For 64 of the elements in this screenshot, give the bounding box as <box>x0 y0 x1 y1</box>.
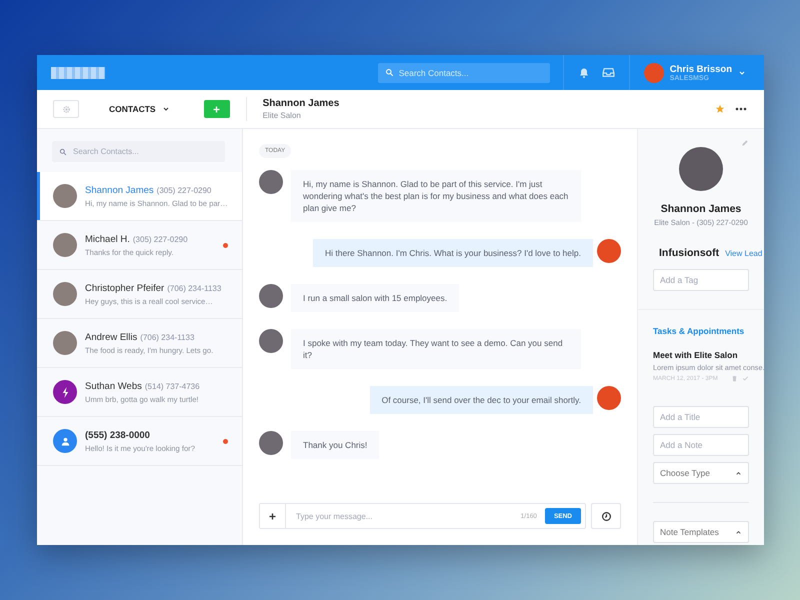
photo-placeholder <box>53 331 77 355</box>
message-bubble: Hi there Shannon. I'm Chris. What is your business? I'd love to help. <box>312 239 593 267</box>
photo-placeholder <box>259 284 283 308</box>
user-name: Chris Brisson <box>670 64 732 74</box>
section-title: Tasks & Appointments <box>653 326 746 336</box>
contact-phone: (305) 227-0290 <box>156 186 212 194</box>
schedule-button[interactable] <box>591 503 621 529</box>
templates-dropdown[interactable]: Note Templates <box>653 521 749 543</box>
task-title: Meet with Elite Salon <box>653 350 739 360</box>
search-field[interactable]: Search Contacts... <box>52 141 225 162</box>
check-icon <box>742 375 749 382</box>
bell-icon <box>578 66 590 78</box>
contacts-dropdown[interactable]: CONTACTS <box>109 104 170 114</box>
settings-button[interactable] <box>53 100 79 118</box>
attach-button[interactable] <box>260 504 286 528</box>
search-field[interactable]: Search Contacts... <box>378 62 550 82</box>
contact-phone: (706) 234-1133 <box>140 332 194 342</box>
message-bubble: Hi, my name is Shannon. Glad to be part of this service. I'm just wondering what's the best plan is for my business and what does each plan give me? <box>291 170 581 222</box>
contact-name: Christopher Pfeifer <box>85 282 164 294</box>
chevron-up-icon <box>735 528 742 536</box>
avatar-placeholder <box>597 239 621 263</box>
avatar-placeholder <box>597 386 621 410</box>
photo-placeholder <box>53 282 77 306</box>
photo-placeholder <box>679 147 723 191</box>
chevron-down-icon <box>738 68 746 76</box>
plus-icon <box>268 512 277 520</box>
star-icon[interactable] <box>715 104 725 114</box>
contact-name: (555) 238-0000 <box>85 430 150 440</box>
integration-name: Infusionsoft <box>659 247 720 259</box>
photo-placeholder <box>259 431 283 455</box>
trash-icon <box>731 375 738 382</box>
chevron-up-icon <box>735 470 742 476</box>
contact-name: Suthan Webs <box>85 380 142 392</box>
contact-name: Michael H. <box>85 234 130 244</box>
contact-phone: (305) 227-0290 <box>132 234 188 244</box>
title-field[interactable]: Add a Title <box>653 406 749 428</box>
logo-placeholder[interactable] <box>51 66 105 78</box>
inbox-icon <box>602 66 615 79</box>
chevron-down-icon <box>162 105 170 113</box>
contact-phone: (514) 737-4736 <box>144 382 200 390</box>
contact-name: Andrew Ellis <box>85 332 138 342</box>
message-bubble: I spoke with my team today. They want to see a demo. Can you send it? <box>291 329 581 369</box>
avatar-placeholder[interactable] <box>644 62 664 82</box>
contact-company: Elite Salon <box>262 111 302 120</box>
tag-field[interactable]: Add a Tag <box>653 269 749 291</box>
contact-phone: (706) 234-1133 <box>167 284 222 292</box>
photo-placeholder <box>259 170 283 194</box>
edit-icon[interactable] <box>741 139 749 147</box>
contact-name: Shannon James <box>660 203 742 215</box>
note-field[interactable]: Add a Note <box>653 434 749 456</box>
message-bubble: I run a small salon with 15 employees. <box>291 284 460 312</box>
settings-icon <box>62 104 70 114</box>
clock-icon <box>600 510 612 522</box>
add-button[interactable] <box>204 100 230 118</box>
message-bubble: Thank you Chris! <box>291 431 380 459</box>
contact-name: Shannon James <box>85 184 154 196</box>
contact-name: Shannon James <box>262 98 340 109</box>
person-icon <box>60 436 70 446</box>
message-bubble: Of course, I'll send over the dec to your email shortly. <box>370 386 593 414</box>
photo-placeholder <box>53 184 77 208</box>
photo-placeholder <box>53 233 77 257</box>
type-dropdown[interactable]: Choose Type <box>653 462 749 484</box>
photo-placeholder <box>259 329 283 353</box>
plus-icon <box>212 104 222 114</box>
